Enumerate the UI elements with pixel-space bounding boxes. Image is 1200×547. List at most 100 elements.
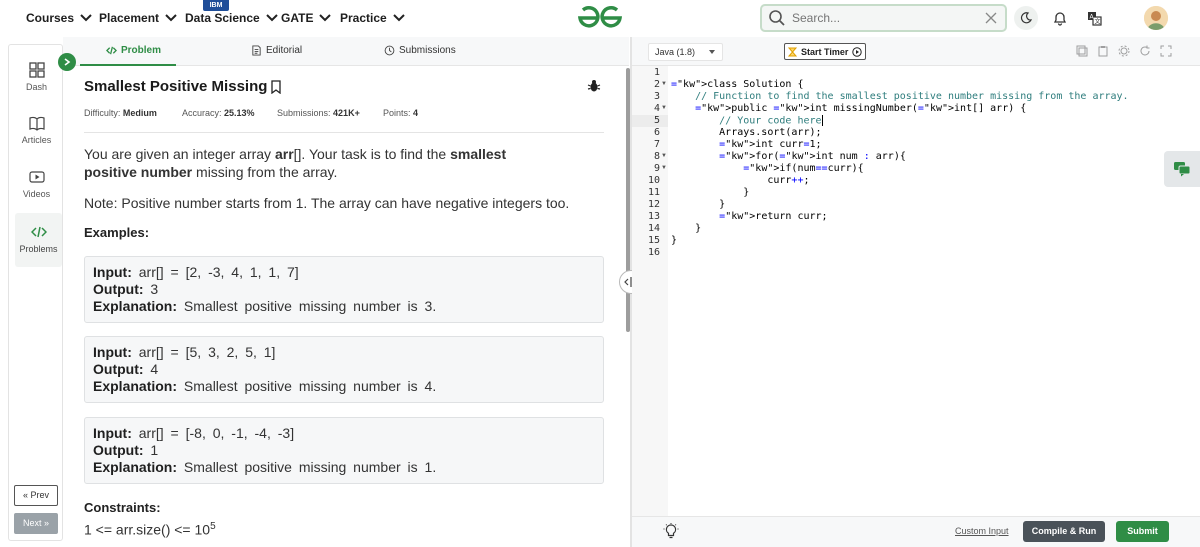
play-icon: [852, 46, 863, 57]
difficulty-meta: Difficulty: Medium: [84, 108, 157, 118]
problem-description: You are given an integer array arr[]. Yo…: [84, 145, 554, 181]
nav-practice[interactable]: Practice: [340, 11, 405, 25]
sidebar-item-articles[interactable]: Articles: [9, 115, 64, 145]
problem-panel: Smallest Positive Missing Difficulty: Me…: [63, 66, 625, 547]
search-input[interactable]: [792, 11, 972, 25]
line-number: 5: [653, 115, 660, 126]
line-number: 6: [653, 127, 660, 138]
translate-icon: A 文: [1087, 11, 1102, 26]
tab-editorial-label: Editorial: [266, 45, 303, 56]
start-timer-button[interactable]: Start Timer: [784, 43, 866, 60]
language-select[interactable]: Java (1.8): [648, 43, 723, 61]
prev-problem-button[interactable]: « Prev: [14, 485, 58, 506]
accuracy-value: 25.13%: [224, 108, 255, 118]
dashboard-icon: [28, 62, 45, 78]
input-label: Input:: [93, 425, 132, 441]
svg-text:文: 文: [1094, 17, 1100, 25]
example-input: arr[] = [5, 3, 2, 5, 1]: [138, 344, 276, 360]
code-line: Arrays.sort(arr);: [671, 127, 822, 138]
example-output: 1: [150, 442, 159, 458]
chevron-right-icon: [64, 58, 71, 66]
close-icon[interactable]: [985, 12, 997, 24]
code-line: curr++;: [671, 175, 810, 186]
nav-gate[interactable]: GATE: [281, 11, 332, 25]
explanation-label: Explanation:: [93, 298, 178, 314]
chevron-down-icon: [165, 14, 177, 22]
hourglass-icon: [788, 47, 797, 56]
nav-data-science[interactable]: Data Science: [185, 11, 278, 25]
fold-toggle-icon[interactable]: ▼: [661, 81, 667, 87]
fold-toggle-icon[interactable]: ▼: [661, 165, 667, 171]
nav-placement[interactable]: Placement: [99, 11, 177, 25]
avatar[interactable]: [1144, 6, 1168, 30]
line-number: 7: [653, 139, 660, 150]
explanation-label: Explanation:: [93, 459, 178, 475]
accuracy-meta: Accuracy: 25.13%: [182, 108, 255, 118]
code-line: }: [671, 199, 726, 210]
page-title: Smallest Positive Missing: [84, 78, 282, 95]
submit-button[interactable]: Submit: [1116, 521, 1169, 542]
code-line: ="kw">class Solution {: [671, 79, 804, 90]
line-number: 12: [647, 199, 660, 210]
desc-text: []. Your task is to find the: [293, 146, 451, 162]
caret-down-icon: [709, 50, 715, 54]
examples-heading: Examples:: [84, 225, 150, 240]
line-number: 1: [653, 67, 660, 78]
nav-courses[interactable]: Courses: [26, 11, 92, 25]
tab-problem[interactable]: Problem: [106, 45, 161, 56]
tab-editorial[interactable]: Editorial: [251, 45, 302, 56]
tab-submissions[interactable]: Submissions: [384, 45, 456, 56]
next-label: Next: [22, 518, 42, 528]
code-icon: [30, 226, 47, 238]
problem-tabs: Problem Editorial Submissions: [63, 37, 629, 66]
tab-problem-label: Problem: [121, 45, 162, 56]
example-output: 3: [150, 281, 159, 297]
problem-title: Smallest Positive Missing: [84, 78, 268, 95]
compile-run-button[interactable]: Compile & Run: [1023, 521, 1105, 542]
chat-button[interactable]: [1164, 151, 1200, 187]
line-number: 8: [653, 151, 660, 162]
custom-input-link[interactable]: Custom Input: [955, 526, 1009, 536]
copy-icon[interactable]: [1076, 45, 1088, 57]
difficulty-value: Medium: [122, 108, 157, 118]
sidebar-item-problems[interactable]: Problems: [15, 213, 62, 267]
paste-icon[interactable]: [1097, 45, 1109, 57]
code-line: }: [671, 235, 678, 246]
constraint: 1 <= arr.size() <= 105: [84, 521, 216, 538]
code-line: }: [671, 223, 702, 234]
explanation-label: Explanation:: [93, 378, 178, 394]
divider: [84, 132, 604, 133]
nav-gate-label: GATE: [281, 11, 314, 25]
reset-icon[interactable]: [1139, 45, 1151, 57]
search-bar[interactable]: [760, 4, 1007, 32]
output-label: Output:: [93, 442, 144, 458]
line-number: 11: [647, 187, 660, 198]
bookmark-icon[interactable]: [270, 79, 282, 94]
chat-icon: [1174, 162, 1191, 177]
chevron-down-icon: [266, 14, 278, 22]
example-explanation: Smallest positive missing number is 4.: [183, 378, 437, 394]
example-explanation: Smallest positive missing number is 3.: [183, 298, 437, 314]
notifications-button[interactable]: [1050, 8, 1070, 28]
submissions-label: Submissions:: [277, 108, 331, 118]
report-bug-icon[interactable]: [587, 79, 601, 93]
user-avatar-icon: [1144, 6, 1168, 30]
fullscreen-icon[interactable]: [1160, 45, 1172, 57]
sidebar-item-dash[interactable]: Dash: [9, 62, 64, 92]
output-label: Output:: [93, 281, 144, 297]
code-line: ="kw">return curr;: [719, 211, 828, 222]
bell-icon: [1053, 12, 1067, 26]
site-logo-icon[interactable]: [576, 5, 624, 31]
fold-toggle-icon[interactable]: ▼: [661, 105, 667, 111]
fold-toggle-icon[interactable]: ▼: [661, 153, 667, 159]
settings-icon[interactable]: [1118, 45, 1130, 57]
dark-mode-toggle[interactable]: [1014, 6, 1038, 30]
translate-button[interactable]: A 文: [1084, 8, 1104, 28]
sidebar-item-videos[interactable]: Videos: [9, 169, 64, 199]
next-problem-button[interactable]: Next »: [14, 513, 58, 534]
example-box: Input: arr[] = [2, -3, 4, 1, 1, 7] Outpu…: [84, 256, 604, 323]
lightbulb-icon[interactable]: [663, 523, 679, 539]
search-icon: [769, 10, 785, 26]
line-number: 13: [647, 211, 660, 222]
nav-practice-label: Practice: [340, 11, 387, 25]
